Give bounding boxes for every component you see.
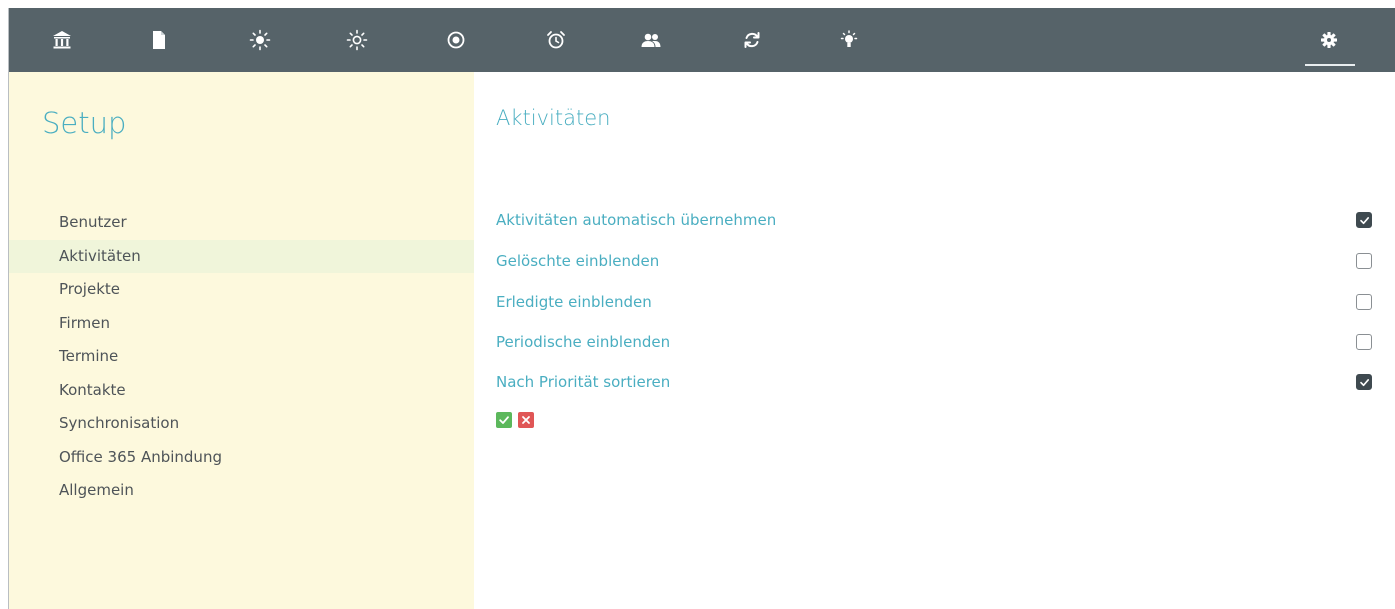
x-icon bbox=[522, 416, 530, 424]
check-icon bbox=[499, 416, 509, 424]
cancel-button[interactable] bbox=[518, 412, 534, 428]
sun-outline-icon[interactable] bbox=[343, 26, 371, 54]
refresh-icon[interactable] bbox=[738, 26, 766, 54]
check-icon bbox=[1359, 378, 1369, 386]
top-navigation-bar bbox=[9, 8, 1395, 72]
option-checkbox[interactable] bbox=[1356, 374, 1372, 390]
option-checkbox[interactable] bbox=[1356, 253, 1372, 269]
gear-icon[interactable] bbox=[1315, 26, 1343, 54]
option-label: Erledigte einblenden bbox=[496, 293, 652, 311]
active-tab-indicator bbox=[1305, 64, 1355, 66]
app-window: Setup Benutzer Aktivitäten Projekte Firm… bbox=[8, 8, 1395, 609]
sidebar-item-allgemein[interactable]: Allgemein bbox=[9, 474, 474, 508]
check-icon bbox=[1359, 216, 1369, 224]
option-label: Gelöschte einblenden bbox=[496, 252, 660, 270]
lightbulb-icon[interactable] bbox=[835, 26, 863, 54]
sidebar-item-benutzer[interactable]: Benutzer bbox=[9, 206, 474, 240]
form-actions bbox=[496, 412, 534, 428]
option-label: Nach Priorität sortieren bbox=[496, 373, 671, 391]
option-checkbox[interactable] bbox=[1356, 334, 1372, 350]
sidebar-item-termine[interactable]: Termine bbox=[9, 340, 474, 374]
option-checkbox[interactable] bbox=[1356, 212, 1372, 228]
main-panel: Aktivitäten Aktivitäten automatisch über… bbox=[474, 72, 1395, 609]
target-icon[interactable] bbox=[442, 26, 470, 54]
save-button[interactable] bbox=[496, 412, 512, 428]
alarm-clock-icon[interactable] bbox=[542, 26, 570, 54]
option-checkbox[interactable] bbox=[1356, 294, 1372, 310]
sidebar-item-synchronisation[interactable]: Synchronisation bbox=[9, 407, 474, 441]
people-icon[interactable] bbox=[637, 26, 665, 54]
setup-sidebar: Setup Benutzer Aktivitäten Projekte Firm… bbox=[9, 72, 474, 609]
sidebar-item-aktivitaeten[interactable]: Aktivitäten bbox=[9, 239, 474, 273]
sidebar-item-firmen[interactable]: Firmen bbox=[9, 307, 474, 341]
setup-menu: Benutzer Aktivitäten Projekte Firmen Ter… bbox=[9, 206, 474, 508]
sidebar-item-office-365[interactable]: Office 365 Anbindung bbox=[9, 441, 474, 475]
sun-icon[interactable] bbox=[246, 26, 274, 54]
option-row: Nach Priorität sortieren bbox=[496, 370, 1376, 394]
option-row: Erledigte einblenden bbox=[496, 290, 1376, 314]
page-title: Aktivitäten bbox=[496, 106, 611, 130]
sidebar-title: Setup bbox=[42, 106, 127, 140]
option-row: Periodische einblenden bbox=[496, 330, 1376, 354]
option-row: Aktivitäten automatisch übernehmen bbox=[496, 208, 1376, 232]
bank-icon[interactable] bbox=[48, 26, 76, 54]
sidebar-item-projekte[interactable]: Projekte bbox=[9, 273, 474, 307]
option-row: Gelöschte einblenden bbox=[496, 249, 1376, 273]
option-label: Aktivitäten automatisch übernehmen bbox=[496, 211, 777, 229]
sidebar-item-kontakte[interactable]: Kontakte bbox=[9, 374, 474, 408]
option-label: Periodische einblenden bbox=[496, 333, 671, 351]
document-icon[interactable] bbox=[145, 26, 173, 54]
